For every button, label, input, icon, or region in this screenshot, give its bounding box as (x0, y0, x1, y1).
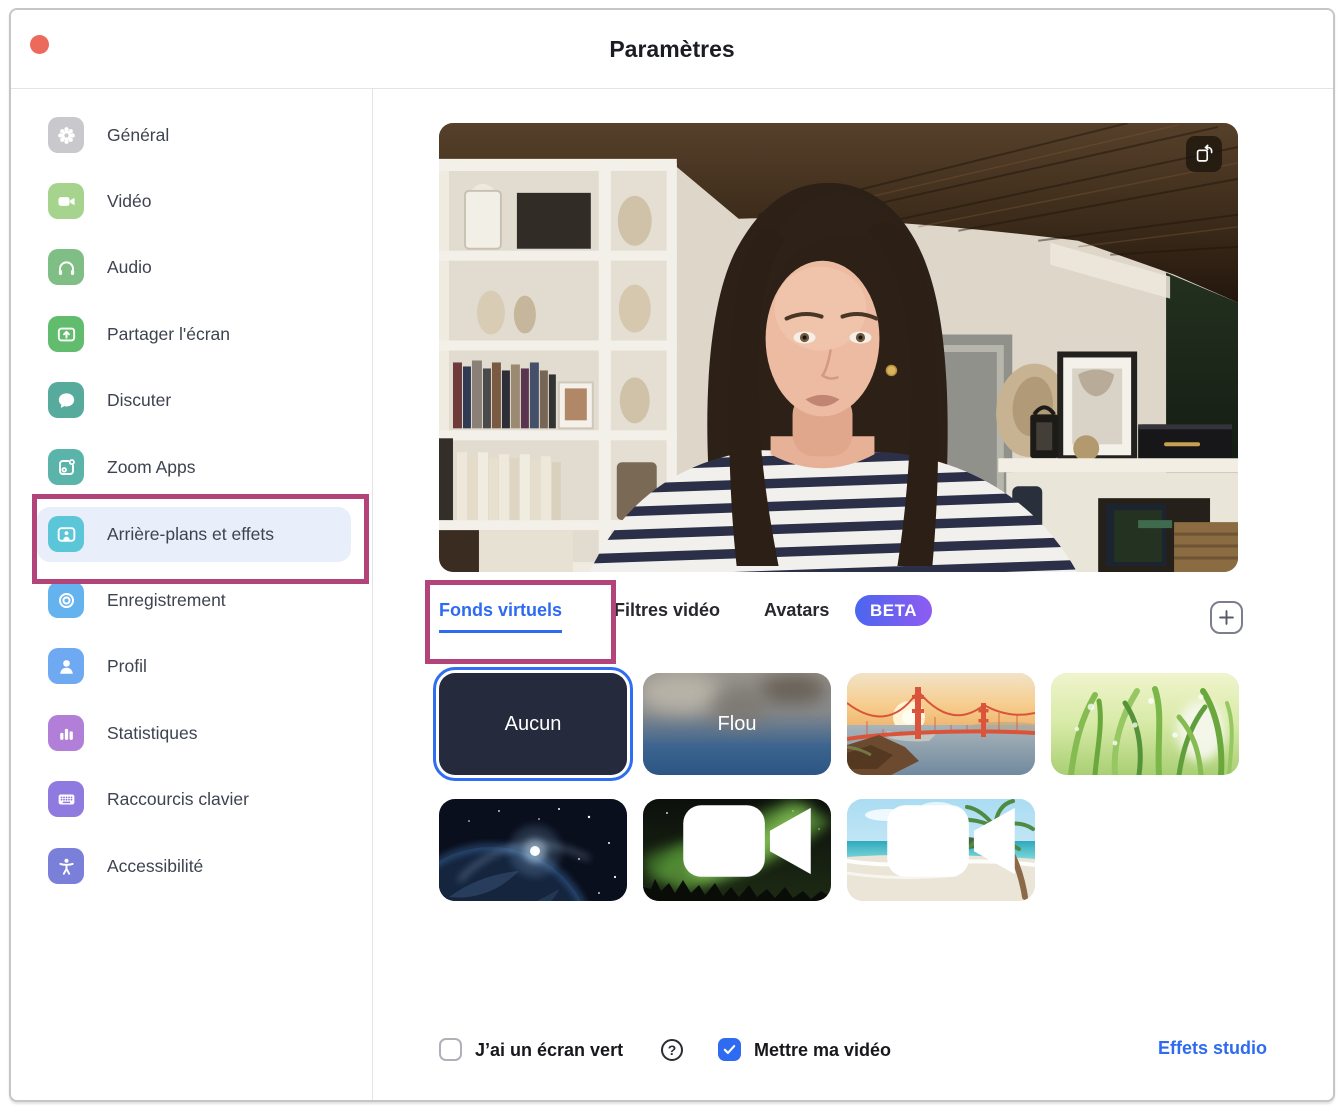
sidebar-item-accessibility[interactable]: Accessibilité (11, 838, 371, 894)
sidebar-item-label: Partager l'écran (107, 324, 230, 345)
sidebar-item-label: Discuter (107, 390, 171, 411)
profile-icon (48, 648, 84, 684)
sidebar-item-video[interactable]: Vidéo (11, 173, 371, 229)
background-thumb-earth[interactable] (439, 799, 627, 901)
sidebar-item-label: Statistiques (107, 723, 197, 744)
keyboard-icon (48, 781, 84, 817)
background-thumb-golden-gate[interactable] (847, 673, 1035, 775)
background-thumb-aurora[interactable] (643, 799, 831, 901)
sidebar-item-label: Accessibilité (107, 856, 203, 877)
sidebar-item-label: Audio (107, 257, 152, 278)
background-thumb-blur[interactable]: Flou (643, 673, 831, 775)
background-thumb-none[interactable]: Aucun (439, 673, 627, 775)
record-icon (48, 582, 84, 618)
video-camera-icon (857, 799, 1035, 892)
sidebar-item-label: Profil (107, 656, 147, 677)
green-screen-label: J’ai un écran vert (475, 1038, 623, 1061)
mirror-video-checkbox[interactable] (718, 1038, 741, 1061)
check-icon (722, 1042, 737, 1057)
thumb-label: Aucun (439, 673, 627, 775)
beta-badge: BETA (855, 595, 932, 626)
screen-share-icon (48, 316, 84, 352)
window-title: Paramètres (11, 10, 1333, 88)
sidebar-item-zoom-apps[interactable]: Zoom Apps (11, 439, 371, 495)
bar-chart-icon (48, 715, 84, 751)
sidebar-item-shortcuts[interactable]: Raccourcis clavier (11, 771, 371, 827)
sidebar-item-label: Arrière-plans et effets (107, 524, 274, 545)
sidebar-item-profile[interactable]: Profil (11, 638, 371, 694)
plus-icon (1218, 609, 1235, 626)
sidebar-item-screen-share[interactable]: Partager l'écran (11, 306, 371, 362)
headphones-icon (48, 249, 84, 285)
question-mark-icon[interactable]: ? (661, 1039, 683, 1061)
sidebar-item-chat[interactable]: Discuter (11, 372, 371, 428)
sidebar-item-label: Zoom Apps (107, 457, 196, 478)
accessibility-icon (48, 848, 84, 884)
thumb-label: Flou (643, 673, 831, 775)
sidebar-item-label: Raccourcis clavier (107, 789, 249, 810)
sidebar-item-label: Général (107, 125, 169, 146)
webcam-video-frame (439, 123, 1238, 572)
settings-window: Paramètres Général Vidéo Audio Partager … (9, 8, 1335, 1102)
gear-icon (48, 117, 84, 153)
titlebar: Paramètres (11, 10, 1333, 89)
sidebar-item-recording[interactable]: Enregistrement (11, 572, 371, 628)
studio-effects-link[interactable]: Effets studio (1158, 1038, 1267, 1059)
background-thumb-grass[interactable] (1051, 673, 1239, 775)
video-camera-icon (48, 183, 84, 219)
green-screen-checkbox[interactable] (439, 1038, 462, 1061)
tab-filtres-video[interactable]: Filtres vidéo (614, 600, 720, 621)
sidebar-item-label: Vidéo (107, 191, 151, 212)
tab-avatars[interactable]: Avatars (764, 600, 829, 621)
mirror-video-label: Mettre ma vidéo (754, 1038, 891, 1061)
sidebar-item-audio[interactable]: Audio (11, 239, 371, 295)
sidebar-item-general[interactable]: Général (11, 107, 371, 163)
zoom-apps-icon (48, 449, 84, 485)
video-camera-icon (653, 799, 831, 892)
chat-bubble-icon (48, 382, 84, 418)
virtual-background-icon (48, 516, 84, 552)
sidebar-divider (372, 89, 373, 1100)
camera-preview (439, 123, 1238, 572)
rotate-camera-icon[interactable] (1186, 136, 1222, 172)
sidebar-item-statistics[interactable]: Statistiques (11, 705, 371, 761)
add-background-button[interactable] (1210, 601, 1243, 634)
background-thumb-beach[interactable] (847, 799, 1035, 901)
sidebar-item-label: Enregistrement (107, 590, 226, 611)
tab-fonds-virtuels[interactable]: Fonds virtuels (439, 600, 562, 633)
sidebar-item-backgrounds[interactable]: Arrière-plans et effets (11, 506, 371, 562)
